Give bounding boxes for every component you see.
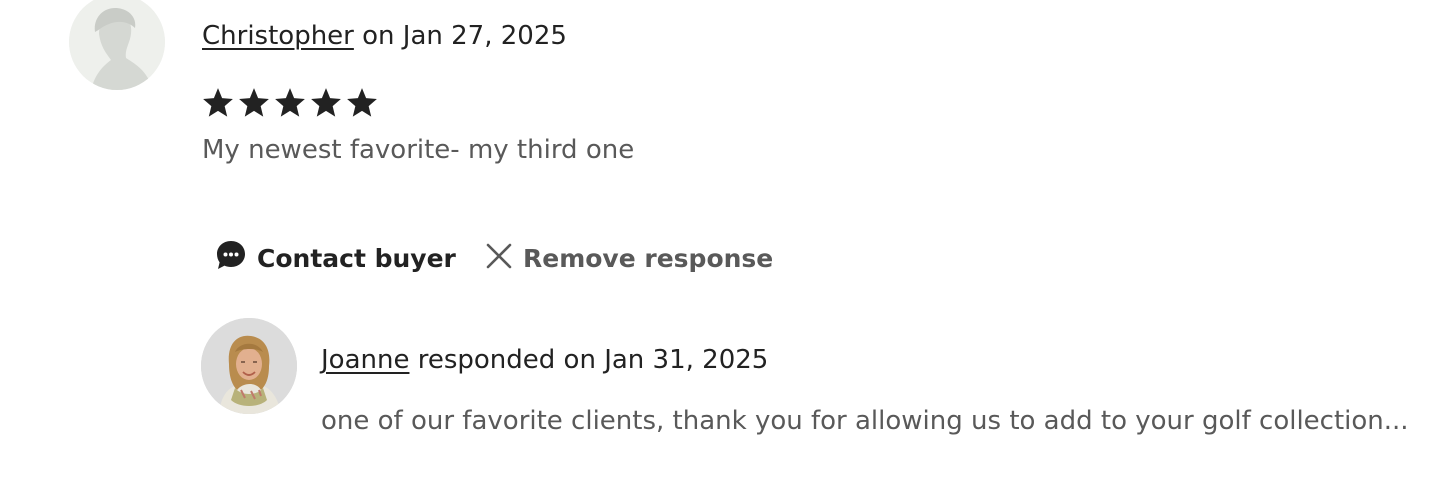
reviewer-avatar[interactable] [69, 0, 165, 90]
chat-bubble-icon [215, 239, 247, 277]
close-icon [485, 241, 513, 275]
seller-name-link[interactable]: Joanne [321, 345, 409, 375]
response-text: one of our favorite clients, thank you f… [321, 406, 1409, 436]
review-date: on Jan 27, 2025 [353, 21, 567, 51]
reviewer-line: Christopher on Jan 27, 2025 [202, 20, 567, 52]
contact-buyer-label: Contact buyer [257, 243, 456, 273]
person-silhouette-icon [69, 0, 165, 90]
star-icon [275, 88, 305, 117]
contact-buyer-button[interactable]: Contact buyer [215, 238, 456, 278]
star-icon [311, 88, 341, 117]
star-icon [203, 88, 233, 117]
seller-photo-icon [201, 318, 297, 414]
remove-response-button[interactable]: Remove response [485, 238, 773, 278]
review-text: My newest favorite- my third one [202, 135, 635, 165]
response-date: responded on Jan 31, 2025 [409, 345, 769, 375]
star-icon [347, 88, 377, 117]
reviewer-name-link[interactable]: Christopher [202, 21, 354, 51]
star-icon [239, 88, 269, 117]
review-item: Christopher on Jan 27, 2025 My newest fa… [0, 0, 1452, 494]
remove-response-label: Remove response [523, 243, 774, 273]
response-line: Joanne responded on Jan 31, 2025 [321, 344, 768, 376]
seller-avatar[interactable] [201, 318, 297, 414]
star-rating [201, 85, 379, 125]
